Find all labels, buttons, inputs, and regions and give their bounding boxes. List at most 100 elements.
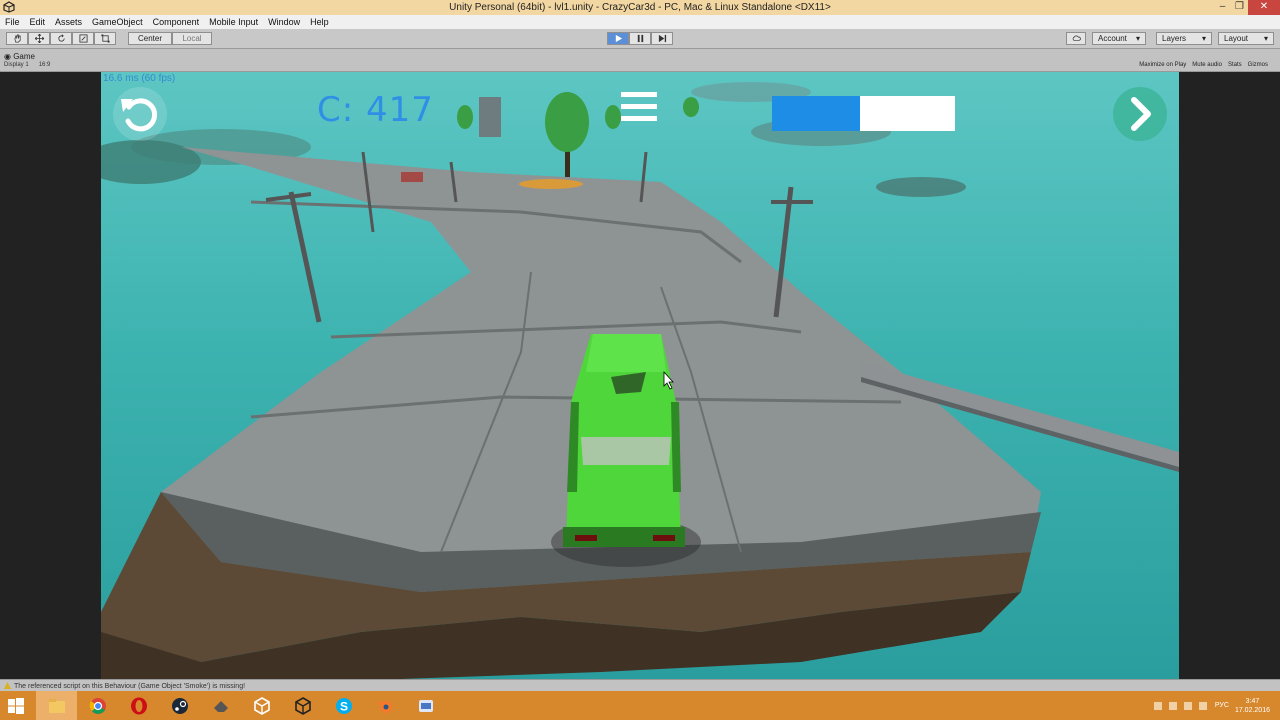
maximize-button[interactable]: ❐ [1231,0,1248,15]
window-title: Unity Personal (64bit) - lvl1.unity - Cr… [449,2,831,13]
close-button[interactable]: ✕ [1248,0,1280,15]
level-progress-bar [772,96,955,131]
menu-bar-line [621,104,657,109]
hand-tool-button[interactable] [6,32,28,45]
cloud-button[interactable] [1066,32,1086,45]
pause-button[interactable] [629,32,651,45]
blender-icon [376,700,392,713]
folder-icon [48,698,65,713]
warning-icon [4,682,11,689]
restart-icon [113,87,167,141]
game-viewport: 16.6 ms (60 fps) C: 417 [0,72,1280,679]
game-tab-label: Game [13,52,35,61]
hand-icon [13,34,21,43]
tray-network-icon[interactable] [1168,701,1177,710]
maximize-on-play-toggle[interactable]: Maximize on Play [1139,62,1186,68]
svg-text:S: S [339,699,347,713]
tab-game[interactable]: ◉ Game [4,52,35,61]
opera-icon [130,697,147,714]
skype-icon: S [335,697,352,714]
layout-label: Layout [1224,34,1249,43]
gizmos-dropdown[interactable]: Gizmos [1248,62,1268,68]
pivot-center-label: Center [137,34,162,43]
step-icon [658,34,666,43]
chrome-icon [89,697,106,714]
unity-toolbar: Center Local Account ▾ Layers ▾ Layout ▾ [0,29,1280,49]
stats-toggle[interactable]: Stats [1228,62,1242,68]
layers-dropdown[interactable]: Layers ▾ [1156,32,1212,45]
taskbar-game[interactable] [200,691,241,720]
menu-gameobject[interactable]: GameObject [87,15,148,29]
windows-logo-icon [8,697,24,714]
menu-edit[interactable]: Edit [25,15,51,29]
app-icon [418,699,433,712]
rect-tool-icon [100,34,110,43]
taskbar-explorer[interactable] [36,691,77,720]
chevron-right-icon [1113,87,1167,141]
scene-illustration [101,82,1179,679]
windows-taskbar: S РУС 3:47 17.02.2016 [0,691,1280,720]
taskbar-opera[interactable] [118,691,159,720]
menu-button[interactable] [621,92,657,130]
pivot-center-toggle[interactable]: Center [128,32,172,45]
tray-flag-icon[interactable] [1153,701,1162,710]
chevron-down-icon: ▾ [1263,34,1268,43]
menu-window[interactable]: Window [263,15,305,29]
trees [457,92,699,177]
console-status-bar[interactable]: The referenced script on this Behaviour … [0,679,1280,691]
taskbar-app[interactable] [405,691,446,720]
game-icon [213,700,228,712]
clock-time: 3:47 [1245,697,1260,705]
taskbar-chrome[interactable] [77,691,118,720]
game-tab-icon: ◉ [4,52,14,61]
pivot-space-toggle[interactable]: Local [172,32,212,45]
taskbar-blender[interactable] [364,691,405,720]
tray-volume-icon[interactable] [1183,701,1192,710]
system-tray: РУС 3:47 17.02.2016 [1153,691,1280,720]
clock[interactable]: 3:47 17.02.2016 [1235,697,1270,715]
move-icon [34,34,44,43]
menu-bar-line [621,116,657,121]
taskbar-steam[interactable] [159,691,200,720]
display-dropdown[interactable]: Display 1 [4,62,29,68]
input-language-indicator[interactable]: РУС [1215,702,1229,709]
play-button[interactable] [607,32,629,45]
taskbar-unity-2[interactable] [282,691,323,720]
move-tool-button[interactable] [28,32,50,45]
menu-component[interactable]: Component [148,15,205,29]
menu-mobile-input[interactable]: Mobile Input [204,15,263,29]
chevron-down-icon: ▾ [1201,34,1206,43]
tray-battery-icon[interactable] [1198,701,1207,710]
clock-date: 17.02.2016 [1234,706,1270,714]
steam-icon [171,697,188,714]
rotate-tool-button[interactable] [50,32,72,45]
stats-overlay: 16.6 ms (60 fps) [103,73,176,84]
taskbar-skype[interactable]: S [323,691,364,720]
taskbar-unity[interactable] [241,691,282,720]
start-button[interactable] [0,691,32,720]
menu-assets[interactable]: Assets [50,15,87,29]
account-label: Account [1098,34,1127,43]
cloud-icon [1072,35,1081,41]
account-dropdown[interactable]: Account ▾ [1092,32,1146,45]
game-view-header: ◉ Game Display 1 16:9 Maximize on Play M… [0,50,1280,72]
restart-button[interactable] [111,85,169,143]
next-button[interactable] [1111,85,1169,143]
aspect-dropdown[interactable]: 16:9 [39,62,51,68]
minimize-button[interactable]: – [1214,0,1231,15]
game-scene[interactable]: 16.6 ms (60 fps) C: 417 [101,72,1179,679]
layout-dropdown[interactable]: Layout ▾ [1218,32,1274,45]
menu-bar-line [621,92,657,97]
scale-tool-button[interactable] [72,32,94,45]
menu-bar: File Edit Assets GameObject Component Mo… [0,15,1280,29]
menu-file[interactable]: File [0,15,25,29]
rect-tool-button[interactable] [94,32,116,45]
coin-counter: C: 417 [317,90,434,130]
menu-help[interactable]: Help [305,15,334,29]
layers-label: Layers [1162,34,1187,43]
step-button[interactable] [651,32,673,45]
chevron-down-icon: ▾ [1135,34,1140,43]
window-titlebar: Unity Personal (64bit) - lvl1.unity - Cr… [0,0,1280,15]
mute-audio-toggle[interactable]: Mute audio [1192,62,1222,68]
pivot-space-label: Local [182,34,202,43]
